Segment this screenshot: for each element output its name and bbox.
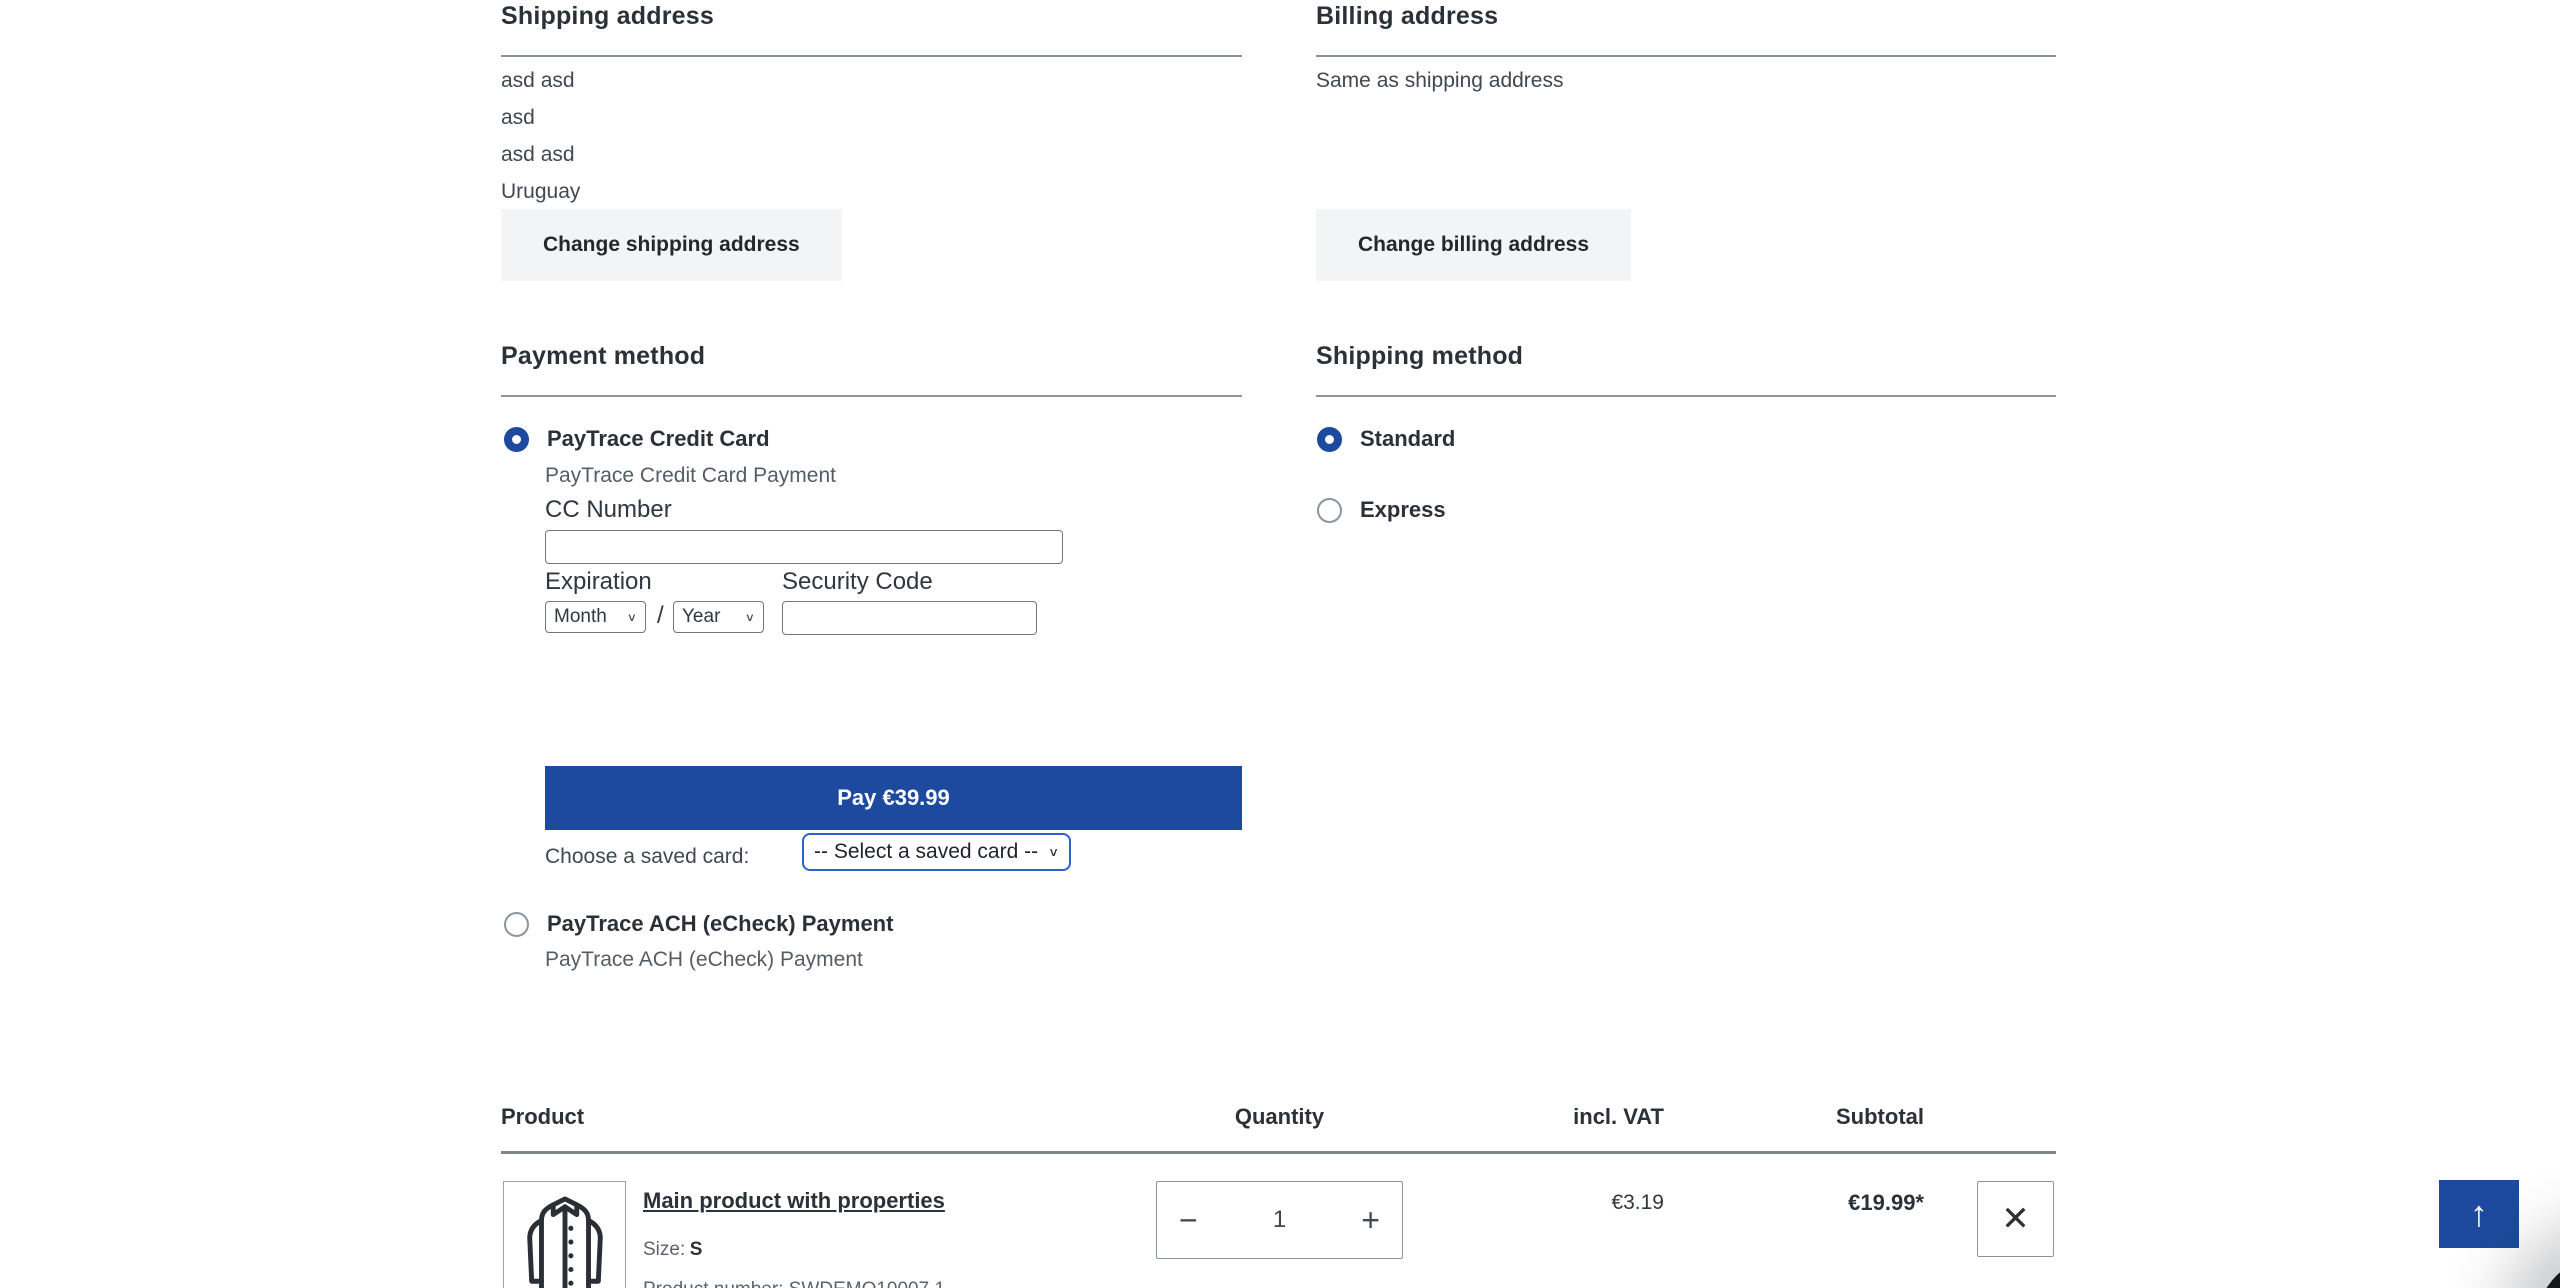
expiration-year-select[interactable]: Year ∨ — [673, 601, 764, 633]
saved-card-select[interactable]: -- Select a saved card -- ∨ — [802, 833, 1071, 871]
saved-card-select-value: -- Select a saved card -- — [814, 840, 1038, 864]
close-icon: ✕ — [2001, 1199, 2030, 1239]
month-select-value: Month — [554, 606, 607, 628]
shipping-option-label: Standard — [1360, 426, 1455, 452]
address-line: asd asd — [501, 62, 580, 99]
scroll-to-top-button[interactable]: ↑ — [2439, 1180, 2519, 1248]
address-line: Uruguay — [501, 173, 580, 210]
shipping-address-block: asd asd asd asd asd Uruguay — [501, 62, 580, 210]
divider — [1316, 55, 2056, 57]
radio-button-icon[interactable] — [1317, 498, 1342, 523]
table-header-divider — [501, 1151, 2056, 1154]
payment-option-label: PayTrace Credit Card — [547, 426, 770, 452]
security-code-label: Security Code — [782, 568, 933, 596]
quantity-stepper: − 1 + — [1156, 1181, 1403, 1259]
payment-option-ach[interactable]: PayTrace ACH (eCheck) Payment — [504, 911, 893, 937]
address-line: asd — [501, 99, 580, 136]
plus-icon[interactable]: + — [1361, 1204, 1380, 1236]
jacket-icon — [516, 1190, 614, 1288]
payment-option-description: PayTrace ACH (eCheck) Payment — [545, 948, 863, 972]
divider — [501, 55, 1242, 57]
expiration-separator: / — [657, 602, 664, 630]
arrow-up-icon: ↑ — [2470, 1193, 2488, 1235]
size-label: Size: — [643, 1239, 685, 1260]
payment-option-description: PayTrace Credit Card Payment — [545, 464, 836, 488]
radio-button-icon[interactable] — [504, 427, 529, 452]
radio-button-icon[interactable] — [504, 912, 529, 937]
payment-option-label: PayTrace ACH (eCheck) Payment — [547, 911, 893, 937]
quantity-value[interactable]: 1 — [1273, 1206, 1286, 1234]
column-header-subtotal: Subtotal — [1724, 1104, 1924, 1130]
shipping-method-title: Shipping method — [1316, 342, 1523, 371]
size-value: S — [690, 1239, 703, 1260]
change-billing-address-button[interactable]: Change billing address — [1316, 209, 1631, 281]
chevron-down-icon: ∨ — [1048, 845, 1059, 859]
divider — [1316, 395, 2056, 397]
change-shipping-address-button[interactable]: Change shipping address — [501, 209, 842, 281]
payment-method-title: Payment method — [501, 342, 705, 371]
checkout-confirm-page: Shipping address asd asd asd asd asd Uru… — [0, 0, 2560, 1288]
address-line: asd asd — [501, 136, 580, 173]
chevron-down-icon: ∨ — [627, 610, 637, 624]
pay-button[interactable]: Pay €39.99 — [545, 766, 1242, 830]
product-name-link[interactable]: Main product with properties — [643, 1188, 945, 1214]
minus-icon[interactable]: − — [1179, 1204, 1198, 1236]
product-thumbnail[interactable] — [503, 1181, 626, 1288]
corner-widget-partial[interactable] — [2537, 1257, 2560, 1288]
column-header-quantity: Quantity — [1156, 1104, 1403, 1130]
billing-address-title: Billing address — [1316, 2, 1498, 31]
cc-number-label: CC Number — [545, 496, 672, 524]
product-size-line: Size: S — [643, 1239, 702, 1261]
shipping-option-express[interactable]: Express — [1317, 497, 1446, 523]
incl-vat-value: €3.19 — [1464, 1191, 1664, 1215]
column-header-product: Product — [501, 1104, 584, 1130]
column-header-incl-vat: incl. VAT — [1464, 1104, 1664, 1130]
chevron-down-icon: ∨ — [745, 610, 755, 624]
expiration-label: Expiration — [545, 568, 652, 596]
shipping-option-standard[interactable]: Standard — [1317, 426, 1455, 452]
remove-item-button[interactable]: ✕ — [1977, 1181, 2054, 1257]
payment-option-credit-card[interactable]: PayTrace Credit Card — [504, 426, 770, 452]
cart-table: Product Quantity incl. VAT Subtotal — [501, 1096, 2056, 1288]
cc-number-input[interactable] — [545, 530, 1063, 564]
shipping-address-title: Shipping address — [501, 2, 714, 31]
subtotal-value: €19.99* — [1724, 1190, 1924, 1216]
expiration-month-select[interactable]: Month ∨ — [545, 601, 646, 633]
divider — [501, 395, 1242, 397]
year-select-value: Year — [682, 606, 720, 628]
product-number-line: Product number: SWDEMO10007.1 — [643, 1279, 945, 1288]
security-code-input[interactable] — [782, 601, 1037, 635]
radio-button-icon[interactable] — [1317, 427, 1342, 452]
shipping-option-label: Express — [1360, 497, 1446, 523]
billing-same-as-shipping-text: Same as shipping address — [1316, 62, 1563, 99]
saved-card-label: Choose a saved card: — [545, 838, 749, 875]
